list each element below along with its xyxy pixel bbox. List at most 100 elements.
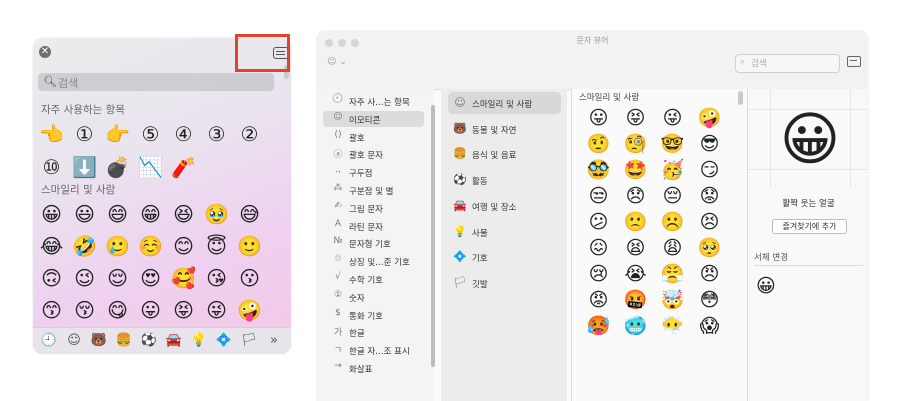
emoji-cell[interactable]: 😃 [68,202,101,226]
sidebar-item[interactable]: → 화살표 [317,360,434,376]
sidebar-item[interactable]: () 괄호 [317,129,434,145]
window-search-input[interactable]: ⌕ 검색 [735,54,840,73]
font-variant-emoji[interactable]: 😀 [756,275,776,297]
emoji-cell[interactable]: 😆 [167,202,200,226]
emoji-cell[interactable]: 😅 [233,202,266,226]
emoji-cell[interactable]: 😘 [200,266,233,290]
emoji-cell[interactable]: 😭 [617,263,654,285]
sidebar-toggle-icon[interactable] [847,56,861,67]
subcategory-item[interactable]: ☺ 스마일리 및 사람 [441,92,567,114]
emoji-cell[interactable]: 🙂 [233,234,266,258]
emoji-cell[interactable]: 😊 [167,234,200,258]
emoji-cell[interactable]: 🤪 [691,107,728,129]
emoji-cell[interactable]: 🙁 [617,211,654,233]
emoji-cell[interactable]: ③ [200,122,233,146]
sidebar-item[interactable]: ⓐ 괄호 문자 [317,146,434,162]
subcategory-item[interactable]: 🚘 여행 및 장소 [441,195,567,217]
emoji-cell[interactable]: 🤪 [233,298,266,322]
emoji-cell[interactable]: ① [68,122,101,146]
sidebar-item[interactable]: ✍ 그림 문자 [317,200,434,216]
emoji-cell[interactable]: 😛 [134,298,167,322]
subcategory-item[interactable]: 💡 사물 [441,221,567,243]
subcategory-item[interactable]: 🍔 음식 및 음료 [441,143,567,165]
emoji-cell[interactable]: 😛 [580,107,617,129]
emoji-cell[interactable]: 🧨 [167,155,200,179]
emoji-cell[interactable]: 👈 [35,122,68,146]
emoji-cell[interactable]: 😏 [691,159,728,181]
emoji-cell[interactable]: 😶‍🌫️ [654,315,691,337]
emoji-cell[interactable]: 🥹 [200,202,233,226]
emoji-cell[interactable]: 😂 [35,234,68,258]
emoji-cell[interactable]: ⑩ [35,155,68,179]
emoji-cell[interactable]: 😝 [617,107,654,129]
emoji-cell[interactable]: 😞 [617,185,654,207]
subcategory-item[interactable]: ⚽ 활동 [441,169,567,191]
emoji-cell[interactable]: ☹️ [654,211,691,233]
emoji-cell[interactable]: 😖 [580,237,617,259]
sidebar-item[interactable]: № 문자형 기호 [317,235,434,251]
emoji-cell[interactable]: 🥶 [617,315,654,337]
emoji-cell[interactable]: 😎 [691,133,728,155]
emoji-cell[interactable]: 😕 [580,211,617,233]
emoji-cell[interactable]: ⬇️ [68,155,101,179]
emoji-cell[interactable]: 🤯 [654,289,691,311]
category-tab-icon[interactable]: 💠 [214,333,234,348]
sidebar-item[interactable]: 가 한글 [317,324,434,340]
subcategory-item[interactable]: 🐻 동물 및 자연 [441,118,567,140]
emoji-cell[interactable]: 😒 [580,185,617,207]
emoji-cell[interactable]: 😫 [617,237,654,259]
emoji-cell[interactable]: 😉 [68,266,101,290]
emoji-cell[interactable]: 🤩 [617,159,654,181]
emoji-cell[interactable]: 📉 [134,155,167,179]
emoji-cell[interactable]: 🤬 [617,289,654,311]
sidebar-item[interactable]: ⁂ 구분점 및 별 [317,182,434,198]
emoji-cell[interactable]: 😋 [101,298,134,322]
emoji-cell[interactable]: 🧐 [617,133,654,155]
emoji-cell[interactable]: 😍 [134,266,167,290]
emoji-cell[interactable]: 😌 [101,266,134,290]
emoji-cell[interactable]: 👉 [101,122,134,146]
emoji-cell[interactable]: 😳 [691,289,728,311]
sidebar-item[interactable]: ① 숫자 [317,289,434,305]
category-tab-icon[interactable]: ☺ [64,333,84,348]
subcategory-item[interactable]: 💠 기호 [441,246,567,268]
emoji-cell[interactable]: 😜 [654,107,691,129]
close-icon[interactable]: ✕ [39,46,51,58]
emoji-cell[interactable]: 🥰 [167,266,200,290]
emoji-cell[interactable]: 😡 [580,289,617,311]
category-tab-icon[interactable]: 🐻 [89,333,109,348]
sidebar-item[interactable]: √ 수학 기호 [317,271,434,287]
emoji-cell[interactable]: ④ [167,122,200,146]
emoji-cell[interactable]: 😢 [580,263,617,285]
emoji-cell[interactable]: 🤓 [654,133,691,155]
emoji-cell[interactable]: 😁 [134,202,167,226]
sidebar-item[interactable]: ♲ 상징 및…준 기호 [317,253,434,269]
grid-scrollbar[interactable] [738,91,743,105]
category-tab-icon[interactable]: » [264,333,284,348]
sidebar-item[interactable]: ☺ 이모티콘 [317,110,434,127]
sidebar-item[interactable]: ., 구두점 [317,164,434,180]
emoji-cell[interactable]: 😗 [233,266,266,290]
emoji-cell[interactable]: 😙 [35,298,68,322]
sidebar-item[interactable]: 🕘 자주 사…는 항목 [317,93,434,109]
sidebar-item[interactable]: A 라틴 문자 [317,218,434,234]
emoji-cell[interactable]: ⑤ [134,122,167,146]
emoji-cell[interactable]: 😄 [101,202,134,226]
emoji-cell[interactable]: 🥸 [580,159,617,181]
emoji-cell[interactable]: 😇 [200,234,233,258]
emoji-cell[interactable]: 🤨 [580,133,617,155]
category-tab-icon[interactable]: 🏳 [239,333,259,348]
emoji-cell[interactable]: 💣 [101,155,134,179]
emoji-cell[interactable]: 🥲 [101,234,134,258]
sidebar-item[interactable]: $ 통화 기호 [317,307,434,323]
category-tab-icon[interactable]: 🍔 [114,333,134,348]
emoji-cell[interactable]: 🥺 [691,237,728,259]
search-input[interactable]: 🔍︎ 검색 [38,73,274,91]
emoji-cell[interactable]: 🤣 [68,234,101,258]
category-tab-icon[interactable]: 💡 [189,333,209,348]
emoji-cell[interactable]: 😣 [691,211,728,233]
emoji-cell[interactable]: 🥳 [654,159,691,181]
emoji-cell[interactable]: 😟 [691,185,728,207]
emoji-cell[interactable]: 🙃 [35,266,68,290]
emoji-cell[interactable]: 😚 [68,298,101,322]
